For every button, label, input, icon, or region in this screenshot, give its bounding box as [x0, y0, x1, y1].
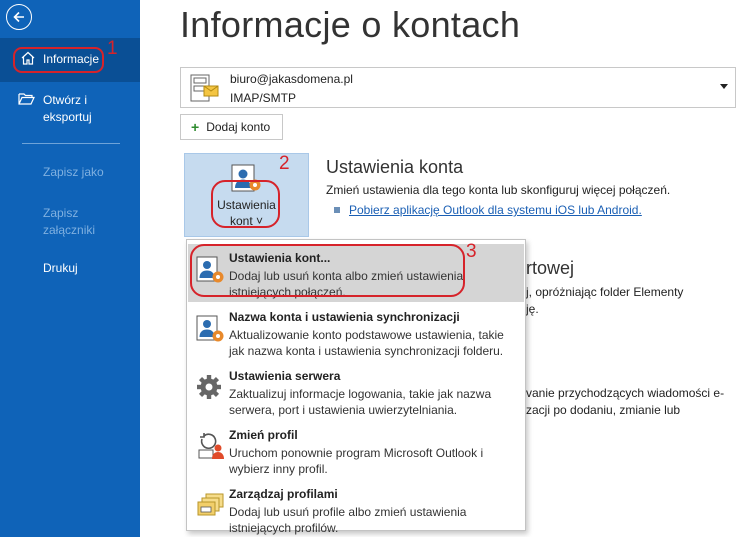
backstage-sidebar: Informacje Otwórz i eksportuj Zapisz jak… — [0, 0, 140, 537]
open-folder-icon — [18, 92, 35, 126]
dropdown-caret-icon — [720, 84, 728, 89]
sidebar-divider — [22, 143, 120, 144]
bullet-icon — [334, 207, 340, 213]
annotation-number-1: 1 — [107, 38, 118, 59]
sidebar-item-drukuj[interactable]: Drukuj — [43, 261, 133, 275]
menu-item-zarzadzaj-profilami[interactable]: Zarządzaj profilami Dodaj lub usuń profi… — [188, 480, 524, 537]
account-settings-heading: Ustawienia konta — [326, 157, 464, 177]
gear-icon — [196, 372, 226, 404]
rules-text-fragment: zacji po dodaniu, zmianie lub — [526, 403, 681, 417]
mailbox-cleanup-text-fragment: ję. — [526, 302, 539, 316]
account-name-sync-icon — [196, 313, 226, 345]
menu-item-description: Aktualizowanie konto podstawowe ustawien… — [229, 328, 504, 358]
menu-item-description: Dodaj lub usuń profile albo zmień ustawi… — [229, 505, 467, 535]
annotation-ring-3 — [190, 244, 465, 297]
menu-item-ustawienia-serwera[interactable]: Ustawienia serwera Zaktualizuj informacj… — [188, 362, 524, 420]
change-profile-icon — [196, 431, 226, 463]
account-type: IMAP/SMTP — [230, 91, 297, 105]
annotation-ring-2 — [211, 180, 280, 228]
annotation-number-2: 2 — [279, 153, 290, 174]
sidebar-item-zapisz-zalaczniki: Zapisz załączniki — [43, 206, 96, 237]
menu-item-description: Zaktualizuj informacje logowania, takie … — [229, 387, 492, 417]
rules-text-fragment: vanie przychodzących wiadomości e- — [526, 386, 725, 400]
manage-profiles-icon — [196, 490, 226, 522]
mailbox-cleanup-text-fragment: j, opróżniając folder Elementy — [526, 285, 684, 299]
menu-item-title: Zarządzaj profilami — [229, 487, 338, 501]
sidebar-item-zapisz-jako: Zapisz jako — [43, 165, 104, 179]
plus-icon: + — [191, 119, 200, 135]
mailbox-cleanup-heading-fragment: rtowej — [526, 258, 575, 278]
add-account-label: Dodaj konto — [206, 120, 271, 134]
menu-item-title: Ustawienia serwera — [229, 369, 341, 383]
back-arrow-icon[interactable] — [6, 4, 32, 30]
add-account-button[interactable]: + Dodaj konto — [180, 114, 283, 140]
page-title: Informacje o kontach — [180, 4, 521, 45]
menu-item-zmien-profil[interactable]: Zmień profil Uruchom ponownie program Mi… — [188, 421, 524, 479]
menu-item-description: Uruchom ponownie program Microsoft Outlo… — [229, 446, 484, 476]
annotation-ring-1 — [13, 47, 104, 73]
sidebar-item-otworz-eksportuj[interactable]: Otwórz i eksportuj — [18, 92, 128, 126]
menu-item-title: Zmień profil — [229, 428, 298, 442]
account-selector[interactable]: biuro@jakasdomena.pl IMAP/SMTP — [180, 67, 736, 108]
menu-item-nazwa-konta-synchronizacja[interactable]: Nazwa konta i ustawienia synchronizacji … — [188, 303, 524, 361]
annotation-number-3: 3 — [466, 241, 477, 262]
account-settings-description: Zmień ustawienia dla tego konta lub skon… — [326, 183, 671, 197]
account-mailbox-icon — [190, 74, 220, 107]
outlook-mobile-link[interactable]: Pobierz aplikację Outlook dla systemu iO… — [349, 203, 642, 217]
account-email: biuro@jakasdomena.pl — [230, 72, 353, 86]
outlook-mobile-link-row: Pobierz aplikację Outlook dla systemu iO… — [334, 203, 642, 217]
menu-item-title: Nazwa konta i ustawienia synchronizacji — [229, 310, 460, 324]
sidebar-item-label: Otwórz i eksportuj — [43, 93, 92, 124]
